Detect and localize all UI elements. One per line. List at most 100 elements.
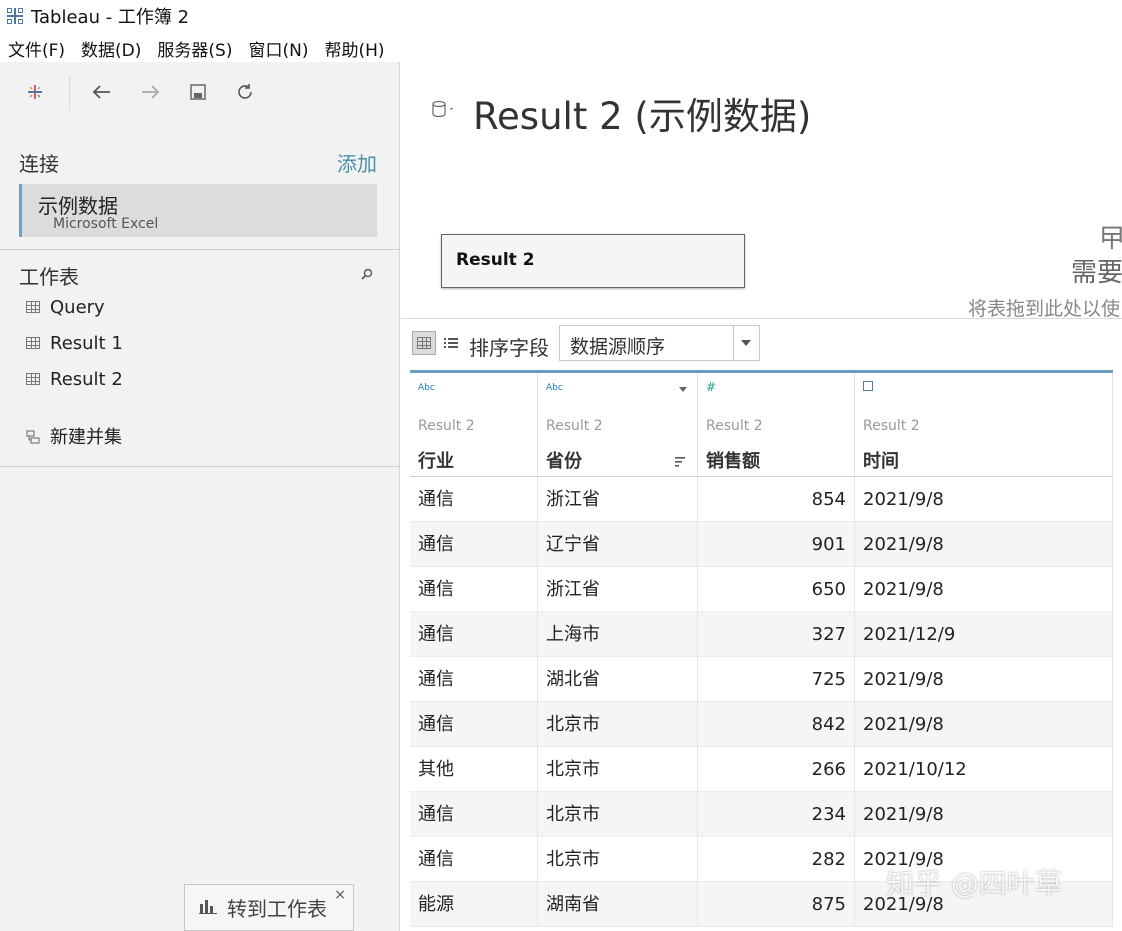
cell-province[interactable]: 北京市 [538,747,698,792]
column-source: Result 2 [863,418,920,434]
cell-province[interactable]: 北京市 [538,792,698,837]
column-source: Result 2 [706,418,763,434]
cell-time[interactable]: 2021/9/8 [855,567,1113,612]
go-to-worksheet-button[interactable]: 转到工作表 × [184,884,354,931]
datasource-title[interactable]: Result 2 (示例数据) [473,86,811,140]
number-type-icon[interactable]: # [706,380,716,394]
divider [0,466,400,467]
data-pane: 连接 添加 示例数据 Microsoft Excel 工作表 Query Res… [0,62,400,931]
connection-item[interactable]: 示例数据 Microsoft Excel [19,184,377,237]
sort-fields-select[interactable]: 数据源顺序 [559,325,760,361]
column-header-time[interactable]: Result 2 时间 [855,373,1113,477]
table-row: 通信 湖北省 725 2021/9/8 [410,657,1113,702]
back-arrow-icon[interactable] [88,78,116,106]
cell-sales[interactable]: 650 [698,567,855,612]
go-to-worksheet-label: 转到工作表 [227,897,327,921]
cell-industry[interactable]: 通信 [410,792,538,837]
table-tile-result-2[interactable]: Result 2 [441,234,745,288]
cell-province[interactable]: 上海市 [538,612,698,657]
column-header-industry[interactable]: Abc Result 2 行业 [410,373,538,477]
cell-province[interactable]: 湖南省 [538,882,698,927]
cell-time[interactable]: 2021/9/8 [855,792,1113,837]
cell-time[interactable]: 2021/9/8 [855,657,1113,702]
sort-icon[interactable] [675,453,687,467]
table-row: 通信 北京市 234 2021/9/8 [410,792,1113,837]
sort-fields-label: 排序字段 [469,336,549,360]
drop-hint-glyph: 曱 [1099,224,1122,254]
table-row: 通信 辽宁省 901 2021/9/8 [410,522,1113,567]
cell-sales[interactable]: 282 [698,837,855,882]
cell-sales[interactable]: 875 [698,882,855,927]
add-connection-link[interactable]: 添加 [337,148,377,177]
refresh-icon[interactable] [231,78,259,106]
menu-data[interactable]: 数据(D) [81,36,141,61]
toolbar [0,62,400,122]
table-row: 通信 浙江省 854 2021/9/8 [410,477,1113,522]
cell-sales[interactable]: 901 [698,522,855,567]
cell-industry[interactable]: 通信 [410,657,538,702]
cell-time[interactable]: 2021/9/8 [855,522,1113,567]
column-menu-icon[interactable] [679,387,687,392]
table-icon [26,373,40,385]
cell-industry[interactable]: 通信 [410,522,538,567]
watermark: 知乎 @四叶草 [886,867,1063,900]
table-row: 通信 上海市 327 2021/12/9 [410,612,1113,657]
column-header-province[interactable]: Abc Result 2 省份 [538,373,698,477]
string-type-icon[interactable]: Abc [546,383,563,393]
column-header-sales[interactable]: # Result 2 销售额 [698,373,855,477]
sheet-item-result-1[interactable]: Result 1 [26,330,123,356]
tableau-home-icon[interactable] [21,78,49,106]
bar-chart-icon [199,898,217,918]
cell-industry[interactable]: 通信 [410,837,538,882]
save-icon[interactable] [184,78,212,106]
calendar-icon[interactable] [863,381,873,391]
cell-sales[interactable]: 266 [698,747,855,792]
list-view-icon[interactable] [444,335,458,349]
cell-time[interactable]: 2021/12/9 [855,612,1113,657]
string-type-icon[interactable]: Abc [418,383,435,393]
cell-sales[interactable]: 327 [698,612,855,657]
sheet-label: Result 2 [50,368,123,390]
toolbar-separator [69,76,70,110]
cell-sales[interactable]: 842 [698,702,855,747]
column-name: 时间 [863,451,899,472]
cell-province[interactable]: 北京市 [538,837,698,882]
sheet-label: Query [50,296,105,318]
cell-sales[interactable]: 854 [698,477,855,522]
grid-view-icon[interactable] [412,331,436,355]
cell-province[interactable]: 辽宁省 [538,522,698,567]
cell-industry[interactable]: 通信 [410,702,538,747]
datasource-cylinder-icon[interactable] [431,100,457,118]
cell-time[interactable]: 2021/9/8 [855,477,1113,522]
cell-province[interactable]: 湖北省 [538,657,698,702]
cell-time[interactable]: 2021/10/12 [855,747,1113,792]
search-icon[interactable] [360,266,374,280]
cell-province[interactable]: 浙江省 [538,477,698,522]
sheet-item-query[interactable]: Query [26,294,105,320]
cell-province[interactable]: 浙江省 [538,567,698,612]
cell-industry[interactable]: 能源 [410,882,538,927]
cell-industry[interactable]: 通信 [410,567,538,612]
forward-arrow-icon[interactable] [136,78,164,106]
menu-window[interactable]: 窗口(N) [248,36,308,61]
cell-sales[interactable]: 234 [698,792,855,837]
canvas-pane: Result 2 (示例数据) Result 2 曱 需要 将表拖到此处以使 排… [401,62,1122,931]
cell-industry[interactable]: 通信 [410,477,538,522]
new-union-item[interactable]: 新建并集 [26,423,122,449]
column-name: 省份 [546,451,582,472]
table-row: 通信 浙江省 650 2021/9/8 [410,567,1113,612]
cell-time[interactable]: 2021/9/8 [855,702,1113,747]
cell-industry[interactable]: 通信 [410,612,538,657]
close-icon[interactable]: × [334,887,346,903]
cell-province[interactable]: 北京市 [538,702,698,747]
worksheets-heading: 工作表 [19,265,79,289]
chevron-down-icon[interactable] [733,326,759,360]
cell-sales[interactable]: 725 [698,657,855,702]
cell-industry[interactable]: 其他 [410,747,538,792]
menu-server[interactable]: 服务器(S) [157,36,232,61]
menu-help[interactable]: 帮助(H) [324,36,384,61]
sort-fields-value: 数据源顺序 [570,336,666,358]
menu-file[interactable]: 文件(F) [8,36,65,61]
table-tile-label: Result 2 [456,250,535,270]
sheet-item-result-2[interactable]: Result 2 [26,366,123,392]
